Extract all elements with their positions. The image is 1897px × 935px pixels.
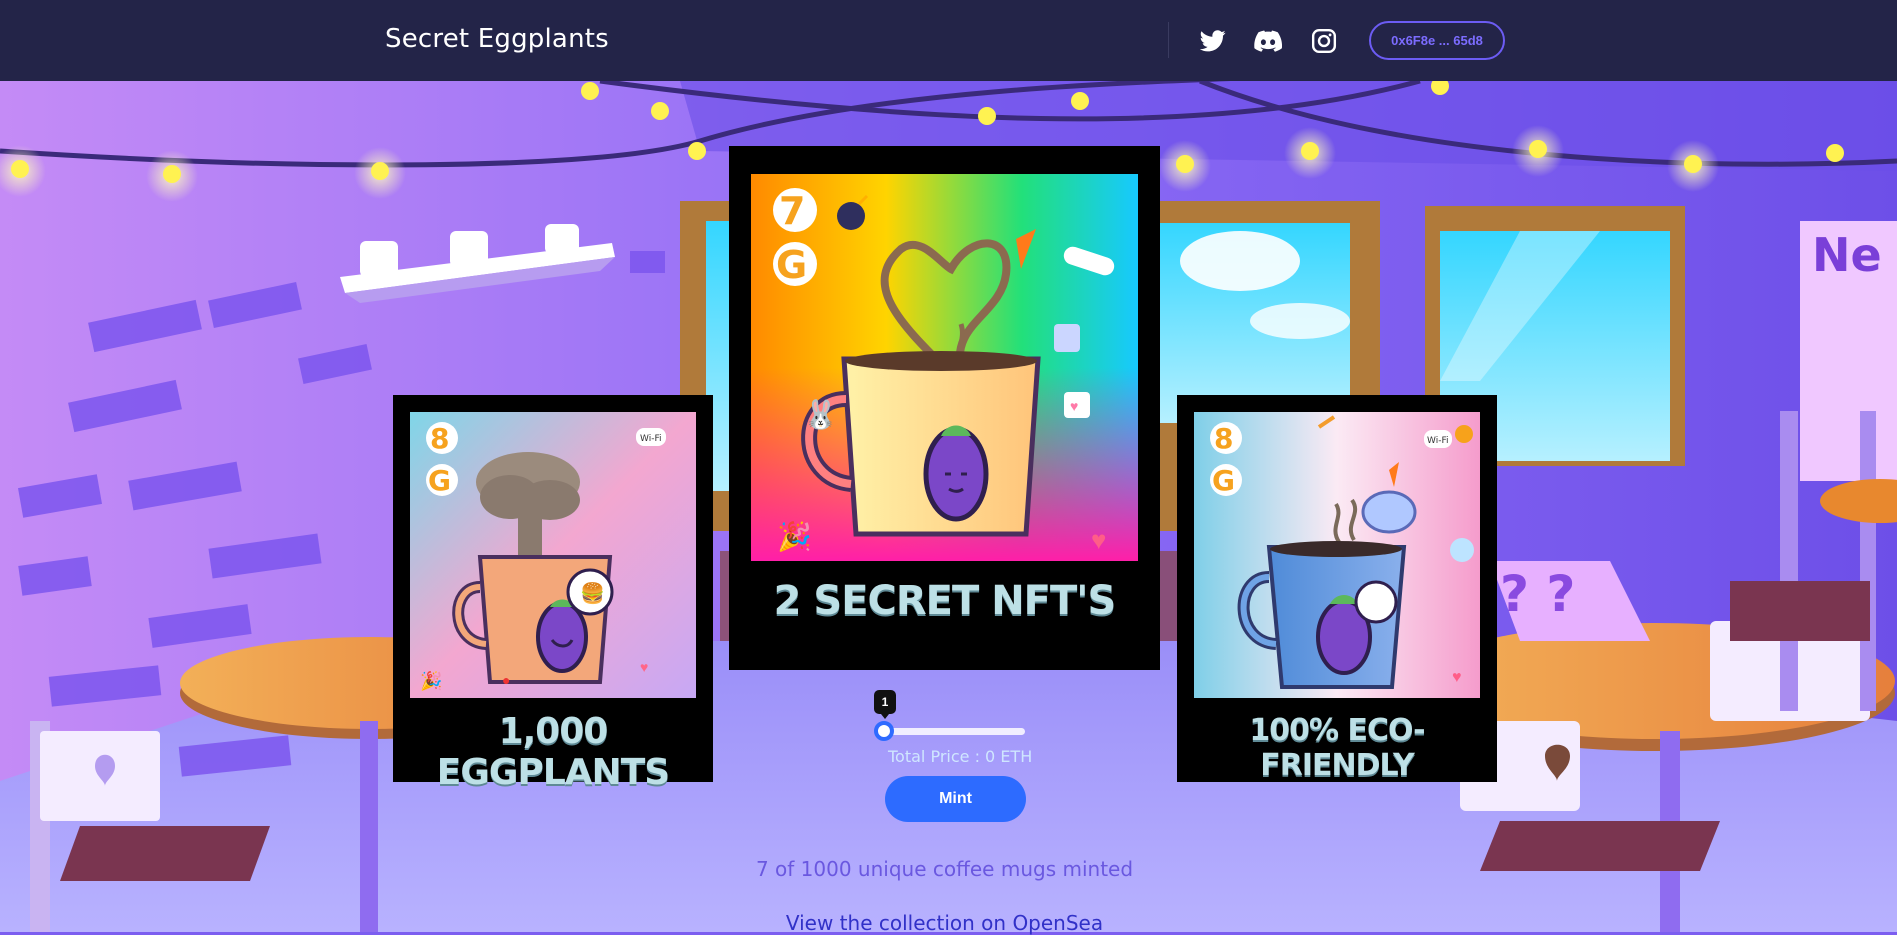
wallet-address-button[interactable]: 0x6F8e ... 65d8 <box>1369 21 1505 60</box>
svg-text:♥: ♥ <box>1070 398 1078 414</box>
opensea-collection-link[interactable]: View the collection on OpenSea <box>0 911 1889 935</box>
mug-rainbow-illustration: 7 G ♥ 🐰 🎉 ♥ <box>751 174 1138 561</box>
mug-mushroom-cloud-illustration: 🍔 8 G ☁ Wi-Fi ♥ 🎉 ● <box>410 412 696 698</box>
nft-artwork-left: 🍔 8 G ☁ Wi-Fi ♥ 🎉 ● <box>410 412 696 698</box>
svg-text:●: ● <box>502 672 510 688</box>
nft-artwork-right: 8 G Wi-Fi ♥ <box>1194 412 1480 698</box>
svg-text:G: G <box>428 464 451 497</box>
svg-text:7: 7 <box>779 189 805 233</box>
svg-text:🍔: 🍔 <box>580 581 605 605</box>
quantity-slider-track[interactable] <box>877 728 1025 735</box>
nft-card-left: 🍔 8 G ☁ Wi-Fi ♥ 🎉 ● 1,000 EGGPLANTS <box>393 395 713 793</box>
instagram-icon <box>1311 28 1337 54</box>
nft-card-right: 8 G Wi-Fi ♥ 100% ECO-FRIENDLY <box>1177 395 1497 783</box>
top-navbar: Secret Eggplants 0x6F8e ... 65d8 <box>0 0 1897 81</box>
svg-text:♥: ♥ <box>1452 669 1462 686</box>
mug-eco-illustration: 8 G Wi-Fi ♥ <box>1194 412 1480 698</box>
card-caption-left: 1,000 EGGPLANTS <box>436 711 671 793</box>
nft-artwork-center: 7 G ♥ 🐰 🎉 ♥ <box>751 174 1138 561</box>
svg-text:🎉: 🎉 <box>420 670 442 692</box>
twitter-icon <box>1200 30 1226 52</box>
svg-text:Wi-Fi: Wi-Fi <box>640 434 661 444</box>
svg-text:Wi-Fi: Wi-Fi <box>1427 436 1448 446</box>
svg-text:♥: ♥ <box>640 659 648 675</box>
instagram-link[interactable] <box>1307 24 1341 58</box>
svg-text:Ne: Ne <box>1812 228 1882 282</box>
card-caption-center: 2 SECRET NFT'S <box>773 578 1117 624</box>
quantity-slider-thumb[interactable] <box>874 721 894 741</box>
svg-text:? ?: ? ? <box>1500 565 1575 623</box>
quantity-tooltip: 1 <box>874 690 896 719</box>
twitter-link[interactable] <box>1196 24 1230 58</box>
card-caption-right: 100% ECO-FRIENDLY <box>1249 713 1425 783</box>
mint-button[interactable]: Mint <box>885 776 1026 822</box>
total-price-label: Total Price : 0 ETH <box>888 747 1033 766</box>
svg-text:🎉: 🎉 <box>777 520 812 553</box>
nft-card-center: 7 G ♥ 🐰 🎉 ♥ 2 SECRET NFT'S <box>729 146 1160 670</box>
minted-count-text: 7 of 1000 unique coffee mugs minted <box>755 857 1134 881</box>
svg-text:G: G <box>1212 464 1235 497</box>
svg-text:♥: ♥ <box>1091 525 1106 555</box>
svg-text:🐰: 🐰 <box>803 398 838 431</box>
header-divider <box>1168 22 1169 58</box>
svg-text:G: G <box>776 243 807 287</box>
svg-text:8: 8 <box>1214 422 1233 455</box>
site-title[interactable]: Secret Eggplants <box>385 24 609 54</box>
svg-text:8: 8 <box>430 422 449 455</box>
discord-icon <box>1254 30 1282 52</box>
discord-link[interactable] <box>1251 24 1285 58</box>
